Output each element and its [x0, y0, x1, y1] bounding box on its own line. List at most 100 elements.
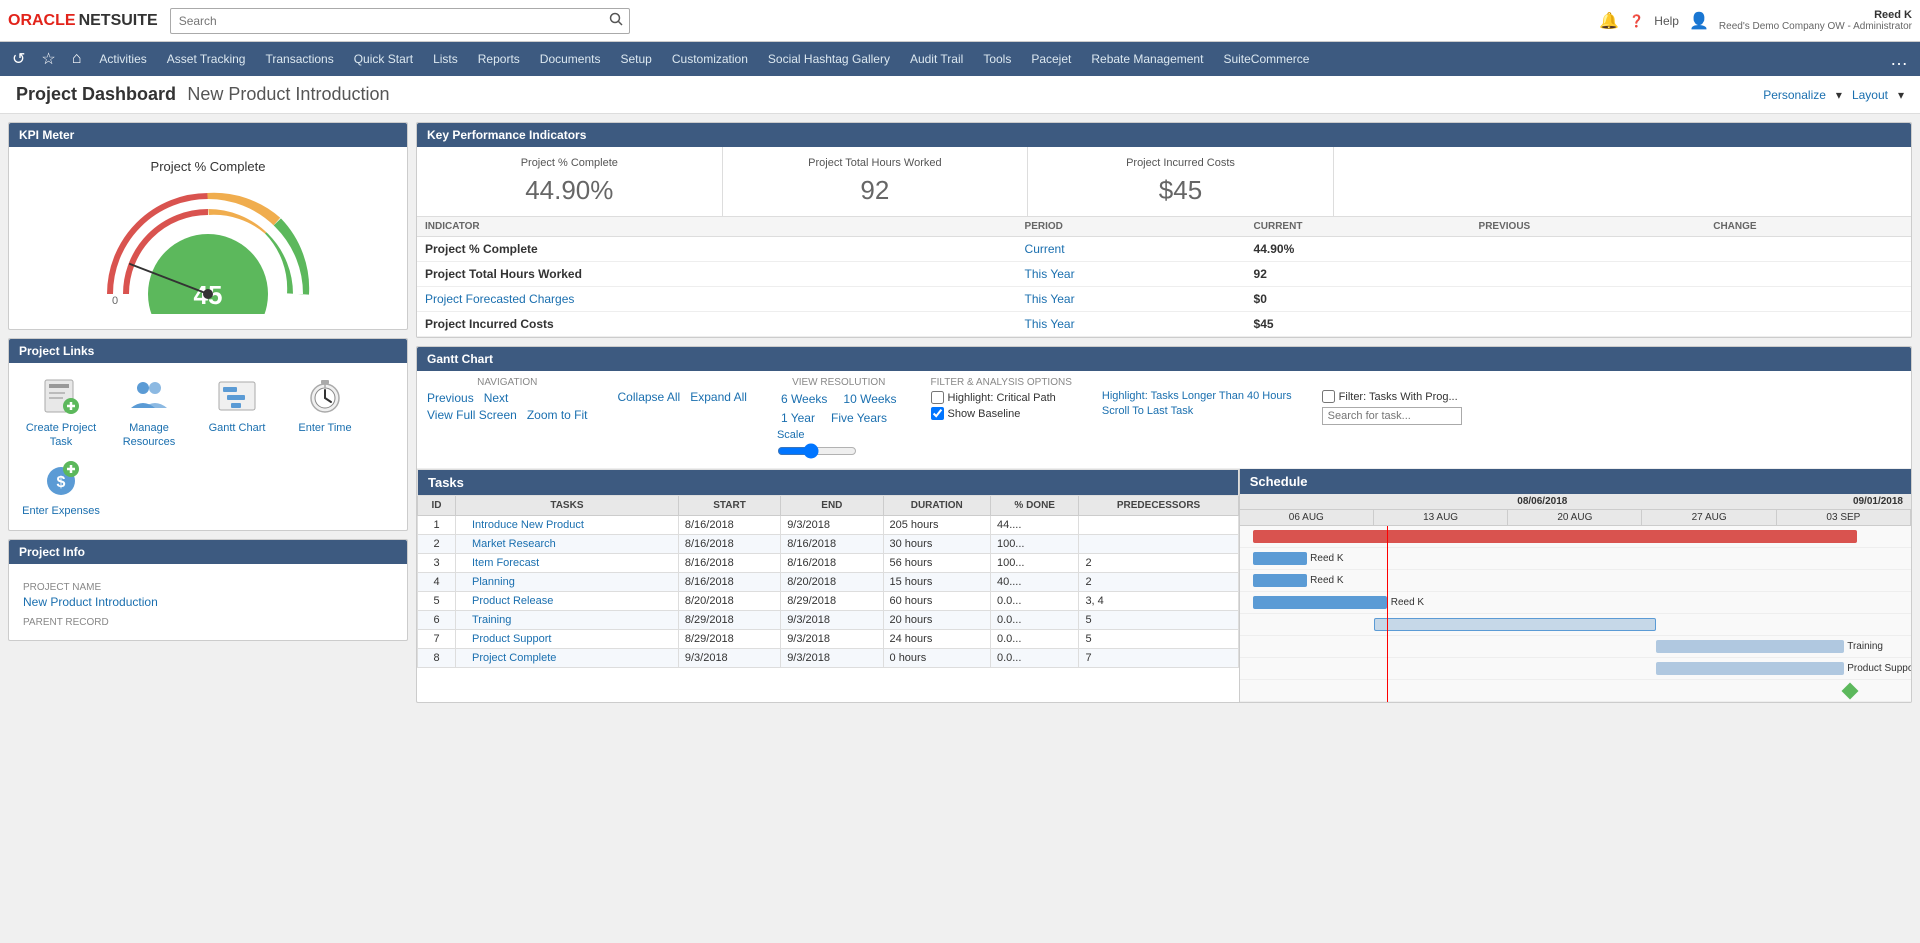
- task-name-3[interactable]: Planning: [456, 573, 679, 592]
- 6weeks-btn[interactable]: 6 Weeks: [777, 391, 831, 407]
- nav-label: NAVIGATION: [427, 377, 588, 388]
- scroll-last-link[interactable]: Scroll To Last Task: [1102, 405, 1292, 417]
- menu-item-lists[interactable]: Lists: [423, 42, 468, 76]
- kpi-row-current-1: 92: [1246, 262, 1471, 287]
- gantt-chart-icon: [216, 375, 258, 417]
- kpi-cell-3: [1334, 147, 1911, 216]
- kpi-row-indicator-3: Project Incurred Costs: [417, 312, 1017, 337]
- menu-item-rebate[interactable]: Rebate Management: [1081, 42, 1213, 76]
- task-id-2: 3: [418, 554, 456, 573]
- gantt-row-0: [1240, 526, 1911, 548]
- task-duration-1: 30 hours: [883, 535, 990, 554]
- task-end-2: 8/16/2018: [781, 554, 883, 573]
- task-pred-2: 2: [1079, 554, 1238, 573]
- task-end-0: 9/3/2018: [781, 516, 883, 535]
- project-links-grid: Create Project Task Manage Resources: [9, 363, 407, 530]
- link-gantt-chart[interactable]: Gantt Chart: [197, 375, 277, 450]
- task-id-7: 8: [418, 649, 456, 668]
- task-name-0[interactable]: Introduce New Product: [456, 516, 679, 535]
- task-start-0: 8/16/2018: [678, 516, 780, 535]
- menu-item-audit-trail[interactable]: Audit Trail: [900, 42, 973, 76]
- collapse-all-link[interactable]: Collapse All: [618, 390, 681, 404]
- project-name-value[interactable]: New Product Introduction: [23, 595, 393, 609]
- task-end-5: 9/3/2018: [781, 611, 883, 630]
- expand-all-link[interactable]: Expand All: [690, 390, 747, 404]
- link-enter-time[interactable]: Enter Time: [285, 375, 365, 450]
- col-20aug: 20 AUG: [1508, 510, 1642, 525]
- kpi-row-period-2: This Year: [1017, 287, 1246, 312]
- task-name-6[interactable]: Product Support: [456, 630, 679, 649]
- scale-slider[interactable]: [777, 443, 857, 459]
- gantt-bar-7: [1841, 683, 1858, 700]
- view-resolution-group: VIEW RESOLUTION 6 Weeks 10 Weeks 1 Year …: [777, 377, 901, 462]
- project-info-section: Project Info PROJECT NAME New Product In…: [8, 539, 408, 641]
- search-input[interactable]: [171, 14, 603, 28]
- notifications-icon[interactable]: 🔔: [1599, 11, 1619, 31]
- kpi-col-indicator: INDICATOR: [417, 217, 1017, 237]
- project-info-header: Project Info: [9, 540, 407, 564]
- menu-item-tools[interactable]: Tools: [973, 42, 1021, 76]
- date-label-top: 08/06/2018: [1509, 495, 1575, 508]
- menu-item-documents[interactable]: Documents: [530, 42, 611, 76]
- home-icon[interactable]: ⌂: [64, 50, 90, 68]
- menu-item-suitecommerce[interactable]: SuiteCommerce: [1213, 42, 1319, 76]
- task-end-4: 8/29/2018: [781, 592, 883, 611]
- logo: ORACLE NETSUITE: [8, 12, 158, 30]
- task-name-4[interactable]: Product Release: [456, 592, 679, 611]
- task-id-6: 7: [418, 630, 456, 649]
- history-icon[interactable]: ↺: [4, 49, 33, 69]
- menu-item-social-hashtag[interactable]: Social Hashtag Gallery: [758, 42, 900, 76]
- link-manage-resources[interactable]: Manage Resources: [109, 375, 189, 450]
- kpi-row-change-3: [1705, 312, 1911, 337]
- task-name-2[interactable]: Item Forecast: [456, 554, 679, 573]
- highlight-longer-link[interactable]: Highlight: Tasks Longer Than 40 Hours: [1102, 390, 1292, 402]
- task-name-5[interactable]: Training: [456, 611, 679, 630]
- menu-item-setup[interactable]: Setup: [611, 42, 662, 76]
- 1year-btn[interactable]: 1 Year: [777, 410, 819, 426]
- task-name-7[interactable]: Project Complete: [456, 649, 679, 668]
- task-done-4: 0.0...: [990, 592, 1078, 611]
- kpi-row-indicator-2[interactable]: Project Forecasted Charges: [417, 287, 1017, 312]
- fiveyears-btn[interactable]: Five Years: [827, 410, 891, 426]
- page-header: Project Dashboard New Product Introducti…: [0, 76, 1920, 114]
- kpi-row-current-2: $0: [1246, 287, 1471, 312]
- menu-item-pacejet[interactable]: Pacejet: [1021, 42, 1081, 76]
- user-icon[interactable]: 👤: [1689, 11, 1709, 31]
- task-name-1[interactable]: Market Research: [456, 535, 679, 554]
- search-bar[interactable]: [170, 8, 630, 34]
- menu-item-customization[interactable]: Customization: [662, 42, 758, 76]
- kpi-row-period-0: Current: [1017, 237, 1246, 262]
- link-create-project-task[interactable]: Create Project Task: [21, 375, 101, 450]
- menu-item-quick-start[interactable]: Quick Start: [344, 42, 423, 76]
- gantt-bar-3: [1253, 596, 1387, 609]
- help-icon[interactable]: ❓: [1629, 14, 1644, 28]
- previous-link[interactable]: Previous: [427, 391, 474, 405]
- layout-link[interactable]: Layout: [1852, 88, 1888, 102]
- task-done-5: 0.0...: [990, 611, 1078, 630]
- link-enter-expenses[interactable]: $ Enter Expenses: [21, 458, 101, 518]
- personalize-link[interactable]: Personalize: [1763, 88, 1826, 102]
- scale-label: Scale: [777, 429, 901, 441]
- more-menu-icon[interactable]: …: [1882, 49, 1916, 70]
- task-id-4: 5: [418, 592, 456, 611]
- menu-item-reports[interactable]: Reports: [468, 42, 530, 76]
- view-fullscreen-link[interactable]: View Full Screen: [427, 408, 517, 422]
- 10weeks-btn[interactable]: 10 Weeks: [839, 391, 900, 407]
- highlight-critical-checkbox[interactable]: [931, 391, 944, 404]
- kpi-row-current-0: 44.90%: [1246, 237, 1471, 262]
- help-label[interactable]: Help: [1654, 14, 1679, 28]
- scale-slider-wrapper[interactable]: [777, 443, 901, 462]
- filter-tasks-checkbox[interactable]: [1322, 390, 1335, 403]
- show-baseline-checkbox[interactable]: [931, 407, 944, 420]
- next-link[interactable]: Next: [484, 391, 509, 405]
- zoom-to-fit-link[interactable]: Zoom to Fit: [527, 408, 588, 422]
- kpi-header: Key Performance Indicators: [417, 123, 1911, 147]
- search-task-input[interactable]: [1322, 407, 1462, 425]
- filter-tasks-row: Filter: Tasks With Prog...: [1322, 390, 1462, 403]
- menu-item-transactions[interactable]: Transactions: [255, 42, 343, 76]
- star-icon[interactable]: ☆: [33, 49, 63, 69]
- search-task-wrapper: [1322, 407, 1462, 425]
- menu-item-asset-tracking[interactable]: Asset Tracking: [157, 42, 256, 76]
- menu-item-activities[interactable]: Activities: [89, 42, 156, 76]
- search-button[interactable]: [603, 12, 629, 29]
